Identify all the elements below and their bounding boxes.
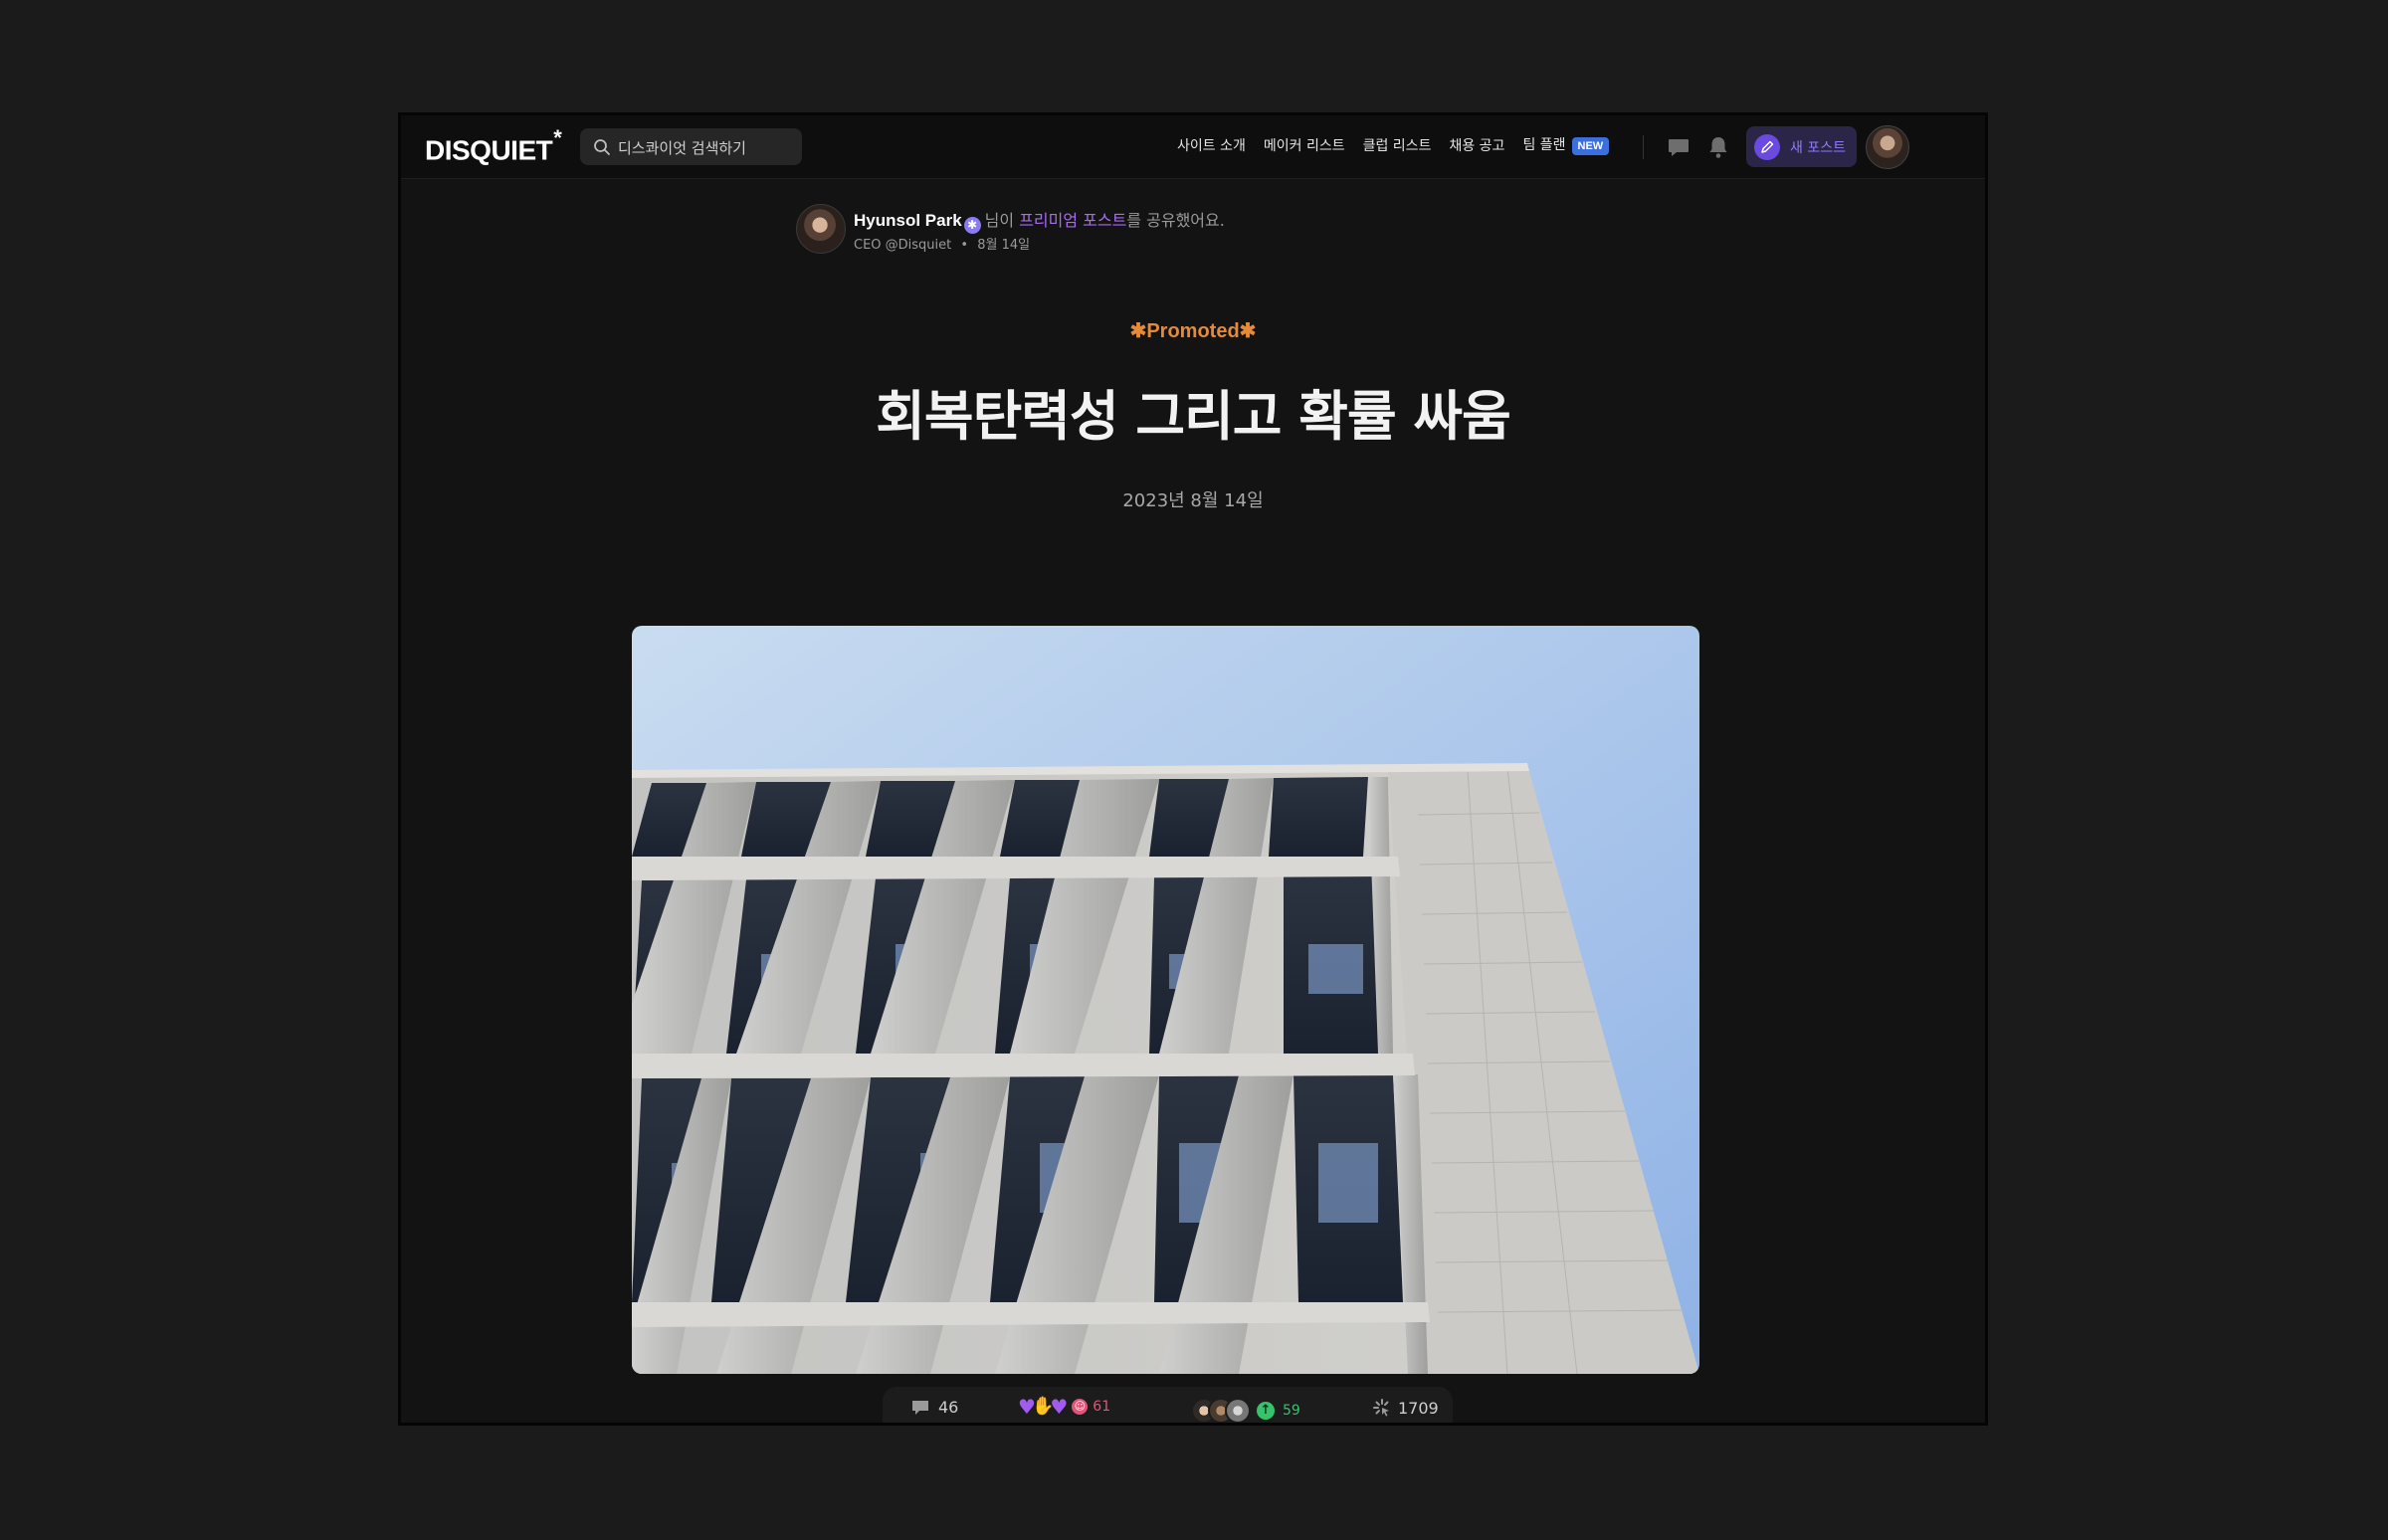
new-post-button[interactable]: 새 포스트 bbox=[1746, 126, 1857, 167]
app-window: DISQUIET* 사이트 소개 메이커 리스트 클럽 리스트 채용 공고 팀 … bbox=[398, 112, 1988, 1426]
reaction-stat[interactable]: ♥ ✋ ♥ ☺ 61 bbox=[1018, 1395, 1111, 1419]
smile-icon: ☺ bbox=[1072, 1399, 1089, 1415]
new-post-label: 새 포스트 bbox=[1790, 139, 1846, 156]
shared-prefix: 님이 bbox=[984, 211, 1020, 230]
post-title: 회복탄력성 그리고 확률 싸움 bbox=[876, 385, 1511, 448]
upvote-stat[interactable]: ↑ 59 bbox=[1191, 1398, 1300, 1423]
nav-link-jobs[interactable]: 채용 공고 bbox=[1449, 135, 1504, 155]
new-badge: NEW bbox=[1571, 137, 1610, 155]
search-box[interactable] bbox=[580, 128, 802, 167]
view-count: 1709 bbox=[1398, 1398, 1439, 1418]
team-plan-label: 팀 플랜 bbox=[1522, 137, 1566, 153]
author-name[interactable]: Hyunsol Park bbox=[854, 211, 962, 230]
post-stats-bar: 46 ♥ ✋ ♥ ☺ 61 ↑ 59 1709 bbox=[883, 1387, 1453, 1423]
nav-link-about[interactable]: 사이트 소개 bbox=[1177, 135, 1246, 155]
building-photo bbox=[632, 626, 1699, 1374]
message-icon[interactable] bbox=[1667, 135, 1691, 159]
user-avatar[interactable] bbox=[1866, 125, 1909, 169]
meta-separator: • bbox=[960, 238, 969, 253]
reaction-count: 61 bbox=[1093, 1399, 1111, 1415]
search-icon bbox=[594, 139, 610, 155]
view-stat: 1709 bbox=[1372, 1398, 1439, 1418]
nav-link-team-plan[interactable]: 팀 플랜 NEW bbox=[1522, 134, 1610, 155]
comment-stat[interactable]: 46 bbox=[910, 1398, 958, 1417]
comment-icon bbox=[912, 1400, 928, 1415]
disquiet-logo[interactable]: DISQUIET* bbox=[425, 125, 562, 166]
comment-count: 46 bbox=[938, 1398, 959, 1417]
upvoter-avatar bbox=[1225, 1398, 1251, 1423]
bell-icon[interactable] bbox=[1706, 134, 1730, 160]
pencil-icon bbox=[1754, 133, 1780, 160]
nav-link-clubs[interactable]: 클럽 리스트 bbox=[1363, 135, 1432, 155]
hero-image bbox=[632, 626, 1699, 1374]
upvote-count: 59 bbox=[1283, 1403, 1300, 1419]
premium-post-link[interactable]: 프리미엄 포스트 bbox=[1019, 211, 1126, 230]
nav-links: 사이트 소개 메이커 리스트 클럽 리스트 채용 공고 팀 플랜 NEW bbox=[1177, 134, 1627, 155]
upvote-arrow-icon: ↑ bbox=[1257, 1402, 1275, 1420]
promoted-label: ✱Promoted✱ bbox=[1129, 320, 1257, 342]
published-date: 2023년 8월 14일 bbox=[1122, 490, 1264, 511]
author-share-line: Hyunsol Park ✱ 님이 프리미엄 포스트를 공유했어요. bbox=[854, 207, 1225, 234]
views-sparkle-icon bbox=[1373, 1399, 1389, 1417]
nav-divider bbox=[1643, 135, 1644, 159]
author-role: CEO @Disquiet bbox=[854, 238, 952, 253]
purple-heart-icon-2: ♥ bbox=[1050, 1395, 1069, 1419]
shared-suffix: 를 공유했어요. bbox=[1126, 211, 1225, 230]
author-meta: CEO @Disquiet • 8월 14일 bbox=[854, 234, 1030, 253]
search-input[interactable] bbox=[616, 128, 799, 167]
author-avatar[interactable] bbox=[796, 204, 846, 254]
top-nav: DISQUIET* 사이트 소개 메이커 리스트 클럽 리스트 채용 공고 팀 … bbox=[401, 115, 1985, 179]
nav-link-makers[interactable]: 메이커 리스트 bbox=[1264, 135, 1345, 155]
verified-badge-icon: ✱ bbox=[963, 217, 981, 234]
shared-date: 8월 14일 bbox=[977, 238, 1031, 253]
